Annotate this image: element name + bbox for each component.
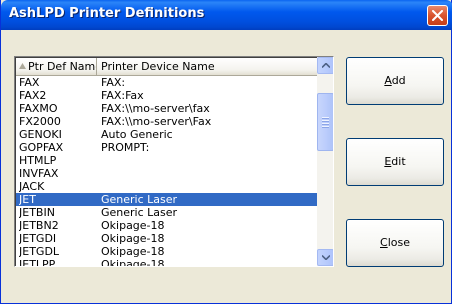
ptr-def-name-cell: INVFAX (19, 167, 59, 180)
list-row[interactable]: JETBN2 Okipage-18 (16, 219, 318, 232)
printer-definitions-window: AshLPD Printer Definitions Ptr Def Name … (0, 0, 452, 304)
list-row[interactable]: JETLPP Okipage-18 (16, 258, 318, 267)
ptr-def-name-cell: HTMLP (19, 154, 57, 167)
ptr-def-name-cell: JETBIN (19, 206, 55, 219)
list-row[interactable]: FX2000 FAX:\\mo-server\Fax (16, 115, 318, 128)
ptr-def-name-cell: JETBN2 (19, 219, 59, 232)
list-row[interactable]: JETBIN Generic Laser (16, 206, 318, 219)
edit-button[interactable]: Edit (346, 138, 444, 186)
printer-device-name-cell: Okipage-18 (101, 219, 165, 232)
close-window-button[interactable] (427, 5, 448, 26)
ptr-def-name-cell: JETGDI (19, 232, 57, 245)
ptr-def-name-cell: JET (19, 193, 36, 206)
printer-device-name-cell: FAX: (101, 76, 126, 89)
thumb-grip (322, 117, 329, 118)
add-button-mnemonic: A (384, 74, 392, 87)
printer-device-name-cell: Okipage-18 (101, 245, 165, 258)
thumb-grip (322, 123, 329, 124)
list-row[interactable]: FAXMO FAX:\\mo-server\fax (16, 102, 318, 115)
printer-device-name-cell: Okipage-18 (101, 258, 165, 267)
ptr-def-name-cell: FAXMO (19, 102, 58, 115)
list-row[interactable]: INVFAX (16, 167, 318, 180)
ptr-def-name-cell: FX2000 (19, 115, 61, 128)
thumb-grip (322, 126, 329, 127)
list-row[interactable]: JACK (16, 180, 318, 193)
ptr-def-name-cell: JACK (19, 180, 45, 193)
list-header: Ptr Def Name Printer Device Name (16, 58, 318, 76)
thumb-grip (322, 120, 329, 121)
printer-device-name-cell: Auto Generic (101, 128, 173, 141)
ptr-def-name-cell: FAX (19, 76, 40, 89)
list-row[interactable]: GOPFAX PROMPT: (16, 141, 318, 154)
window-title: AshLPD Printer Definitions (9, 6, 205, 21)
printer-device-name-cell: FAX:\\mo-server\Fax (101, 115, 212, 128)
chevron-down-icon (322, 255, 330, 260)
printer-device-name-cell: FAX:\\mo-server\fax (101, 102, 210, 115)
scroll-up-button[interactable] (317, 57, 333, 74)
list-row[interactable]: JETGDL Okipage-18 (16, 245, 318, 258)
list-row[interactable]: JETGDI Okipage-18 (16, 232, 318, 245)
close-icon (432, 10, 443, 21)
ptr-def-name-cell: JETLPP (19, 258, 56, 267)
chevron-up-icon (322, 63, 330, 68)
close-button[interactable]: Close (346, 219, 444, 267)
ptr-def-name-cell: JETGDL (19, 245, 60, 258)
close-button-mnemonic: C (380, 236, 388, 249)
printer-definitions-list[interactable]: Ptr Def Name Printer Device Name FAX FAX:… (14, 56, 334, 267)
printer-device-name-cell: PROMPT: (101, 141, 150, 154)
printer-device-name-cell: Generic Laser (101, 193, 178, 206)
list-row[interactable]: FAX FAX: (16, 76, 318, 89)
printer-device-name-cell (101, 167, 316, 180)
list-rows: FAX FAX: FAX2 FAX:Fax FAXMO FAX:\\mo-server\f… (16, 76, 318, 267)
printer-device-name-cell: FAX:Fax (101, 89, 144, 102)
ptr-def-name-cell: GOPFAX (19, 141, 64, 154)
column-header-label: Ptr Def Name (28, 60, 97, 73)
list-row[interactable]: JET Generic Laser (16, 193, 318, 206)
column-header-printer-device-name[interactable]: Printer Device Name (97, 58, 318, 76)
list-row[interactable]: GENOKI Auto Generic (16, 128, 318, 141)
ptr-def-name-cell: FAX2 (19, 89, 47, 102)
close-button-label: lose (387, 236, 410, 249)
edit-button-label: dit (391, 155, 406, 168)
column-header-label: Printer Device Name (101, 60, 215, 73)
add-button[interactable]: Add (346, 57, 444, 105)
scroll-down-button[interactable] (317, 249, 333, 266)
printer-device-name-cell: Okipage-18 (101, 232, 165, 245)
title-bar[interactable]: AshLPD Printer Definitions (1, 0, 452, 30)
ptr-def-name-cell: GENOKI (19, 128, 62, 141)
printer-device-name-cell (101, 180, 316, 193)
add-button-label: dd (391, 74, 406, 87)
sort-ascending-icon (19, 63, 26, 69)
list-row[interactable]: FAX2 FAX:Fax (16, 89, 318, 102)
printer-device-name-cell (101, 154, 316, 167)
vertical-scrollbar[interactable] (317, 57, 333, 266)
list-row[interactable]: HTMLP (16, 154, 318, 167)
column-header-ptr-def-name[interactable]: Ptr Def Name (16, 58, 97, 76)
scrollbar-thumb[interactable] (317, 93, 333, 151)
printer-device-name-cell: Generic Laser (101, 206, 178, 219)
